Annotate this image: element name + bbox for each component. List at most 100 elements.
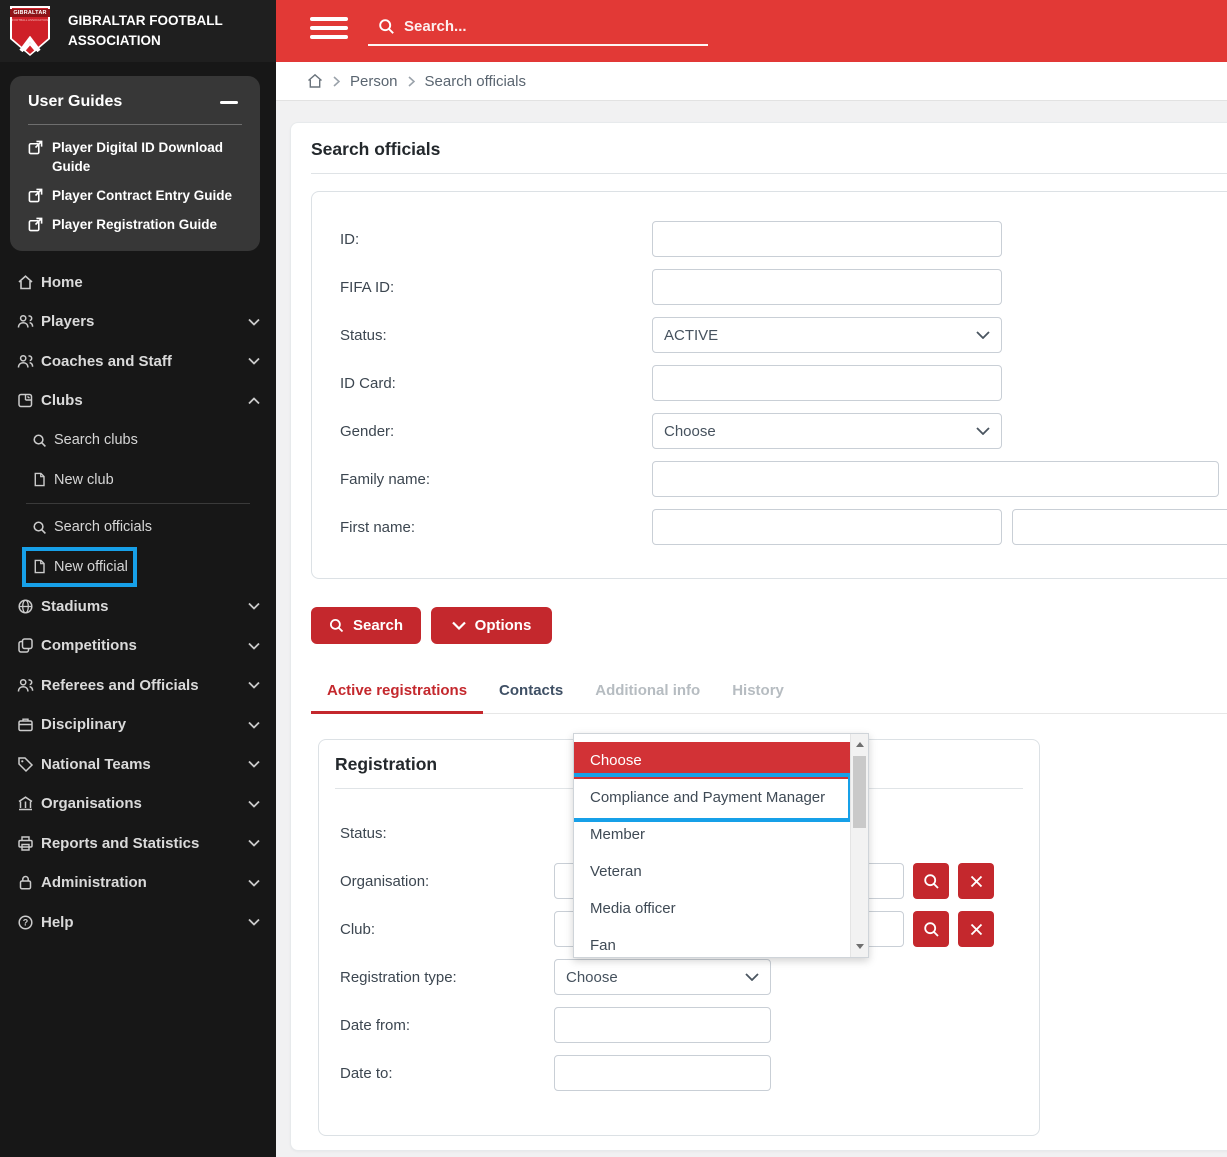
sidebar-item-competitions[interactable]: Competitions [0, 626, 276, 666]
help-icon: ? [18, 915, 33, 930]
sidebar-item-reports-and-statistics[interactable]: Reports and Statistics [0, 824, 276, 864]
date-to-label: Date to: [340, 1064, 393, 1082]
user-guides-panel: User Guides Player Digital ID Download G… [10, 76, 260, 251]
guide-link-digital-id[interactable]: Player Digital ID Download Guide [28, 139, 242, 177]
chevron-down-icon [451, 621, 466, 630]
referees-icon [17, 678, 34, 692]
close-icon [970, 923, 982, 935]
tab-history[interactable]: History [716, 682, 800, 714]
first-name-field[interactable] [652, 509, 1002, 545]
sidebar-item-search-clubs[interactable]: Search clubs [0, 421, 276, 461]
dropdown-option-choose[interactable]: Choose [574, 742, 850, 779]
dropdown-option-member[interactable]: Member [574, 816, 850, 853]
home-icon[interactable] [307, 73, 323, 89]
chevron-down-icon [248, 840, 260, 847]
family-name-field[interactable] [652, 461, 1219, 497]
sidebar-item-clubs[interactable]: Clubs [0, 381, 276, 421]
sidebar-item-coaches-and-staff[interactable]: Coaches and Staff [0, 342, 276, 382]
filter-form-card: ID: FIFA ID: Status: ACTIVE ID Card: Gen… [311, 191, 1227, 579]
sidebar-item-help[interactable]: ? Help [0, 903, 276, 943]
main-area: Person Search officials Search officials… [276, 0, 1227, 1157]
sidebar-item-home[interactable]: Home [0, 263, 276, 303]
user-guides-title: User Guides [28, 93, 123, 110]
dropdown-list: Choose Compliance and Payment Manager Me… [574, 734, 850, 957]
collapse-minus-icon[interactable] [220, 100, 238, 104]
fifa-id-label: FIFA ID: [340, 278, 395, 296]
scroll-down-icon[interactable] [855, 944, 864, 949]
chevron-down-icon [248, 721, 260, 729]
organisation-label: Organisation: [340, 872, 430, 890]
chevron-right-icon [333, 75, 340, 87]
gender-select[interactable]: Choose [652, 413, 1002, 449]
chevron-down-icon [248, 318, 260, 326]
dropdown-option-media-officer[interactable]: Media officer [574, 890, 850, 927]
club-clear-button[interactable] [958, 911, 994, 947]
first-name-secondary-field[interactable] [1012, 509, 1227, 545]
date-from-field[interactable] [554, 1007, 771, 1043]
tab-additional-info[interactable]: Additional info [579, 682, 716, 714]
sidebar-item-players[interactable]: Players [0, 302, 276, 342]
sidebar-item-stadiums[interactable]: Stadiums [0, 587, 276, 627]
club-search-button[interactable] [913, 911, 949, 947]
sidebar-item-new-club[interactable]: New club [0, 460, 276, 500]
guide-link-registration[interactable]: Player Registration Guide [28, 216, 242, 235]
sidebar-item-new-official[interactable]: New official [0, 547, 276, 587]
dropdown-option-fan[interactable]: Fan [574, 927, 850, 957]
organisation-search-button[interactable] [913, 863, 949, 899]
home-icon [18, 274, 33, 290]
sidebar: GIBRALTAR FOOTBALL ASSOCIATION GIBRALTAR… [0, 0, 276, 1157]
chevron-down-icon [248, 682, 260, 689]
chevron-down-icon [976, 331, 990, 339]
organisation-clear-button[interactable] [958, 863, 994, 899]
players-icon [17, 315, 34, 328]
sidebar-item-national-teams[interactable]: National Teams [0, 745, 276, 785]
options-button[interactable]: Options [431, 607, 552, 644]
id-label: ID: [340, 230, 360, 248]
coaches-icon [17, 354, 34, 368]
external-link-icon [28, 217, 43, 232]
scroll-up-icon[interactable] [855, 742, 864, 747]
date-to-field[interactable] [554, 1055, 771, 1091]
sidebar-item-disciplinary[interactable]: Disciplinary [0, 705, 276, 745]
id-field[interactable] [652, 221, 1002, 257]
hamburger-menu-icon[interactable] [310, 17, 348, 43]
id-card-field[interactable] [652, 365, 1002, 401]
close-icon [970, 875, 982, 887]
search-input[interactable] [404, 17, 708, 35]
scrollbar-thumb[interactable] [853, 756, 866, 828]
divider [28, 124, 242, 125]
page-title: Search officials [311, 123, 1227, 174]
status-label: Status: [340, 326, 387, 344]
sidebar-item-organisations[interactable]: Organisations [0, 784, 276, 824]
tab-active-registrations[interactable]: Active registrations [311, 682, 484, 714]
date-from-label: Date from: [340, 1016, 411, 1034]
status-select[interactable]: ACTIVE [652, 317, 1002, 353]
guide-link-contract-entry[interactable]: Player Contract Entry Guide [28, 187, 242, 206]
breadcrumb-person[interactable]: Person [350, 73, 398, 90]
sidebar-item-administration[interactable]: Administration [0, 863, 276, 903]
search-icon [379, 18, 394, 34]
tab-bar: Active registrations Contacts Additional… [311, 668, 1227, 714]
tag-icon [18, 757, 34, 772]
registration-status-label: Status: [340, 824, 387, 842]
dropdown-option-compliance-and-payment-manager[interactable]: Compliance and Payment Manager [574, 773, 850, 822]
search-officials-panel: Search officials ID: FIFA ID: Status: AC… [290, 122, 1227, 1151]
tab-contacts[interactable]: Contacts [483, 682, 579, 714]
first-name-label: First name: [340, 518, 416, 536]
sidebar-item-search-officials[interactable]: Search officials [0, 508, 276, 548]
dropdown-option-veteran[interactable]: Veteran [574, 853, 850, 890]
sidebar-item-referees-and-officials[interactable]: Referees and Officials [0, 666, 276, 706]
briefcase-icon [18, 718, 33, 732]
chevron-down-icon [248, 603, 260, 610]
registration-type-select[interactable]: Choose [554, 959, 771, 995]
search-button[interactable]: Search [311, 607, 421, 644]
search-icon [923, 921, 939, 937]
external-link-icon [28, 140, 43, 155]
breadcrumb-search-officials[interactable]: Search officials [425, 73, 526, 90]
logo-text: GIBRALTAR [10, 9, 50, 17]
search-icon [923, 873, 939, 889]
fifa-id-field[interactable] [652, 269, 1002, 305]
chevron-down-icon [248, 642, 260, 650]
club-label: Club: [340, 920, 376, 938]
dropdown-scrollbar[interactable] [850, 734, 868, 957]
